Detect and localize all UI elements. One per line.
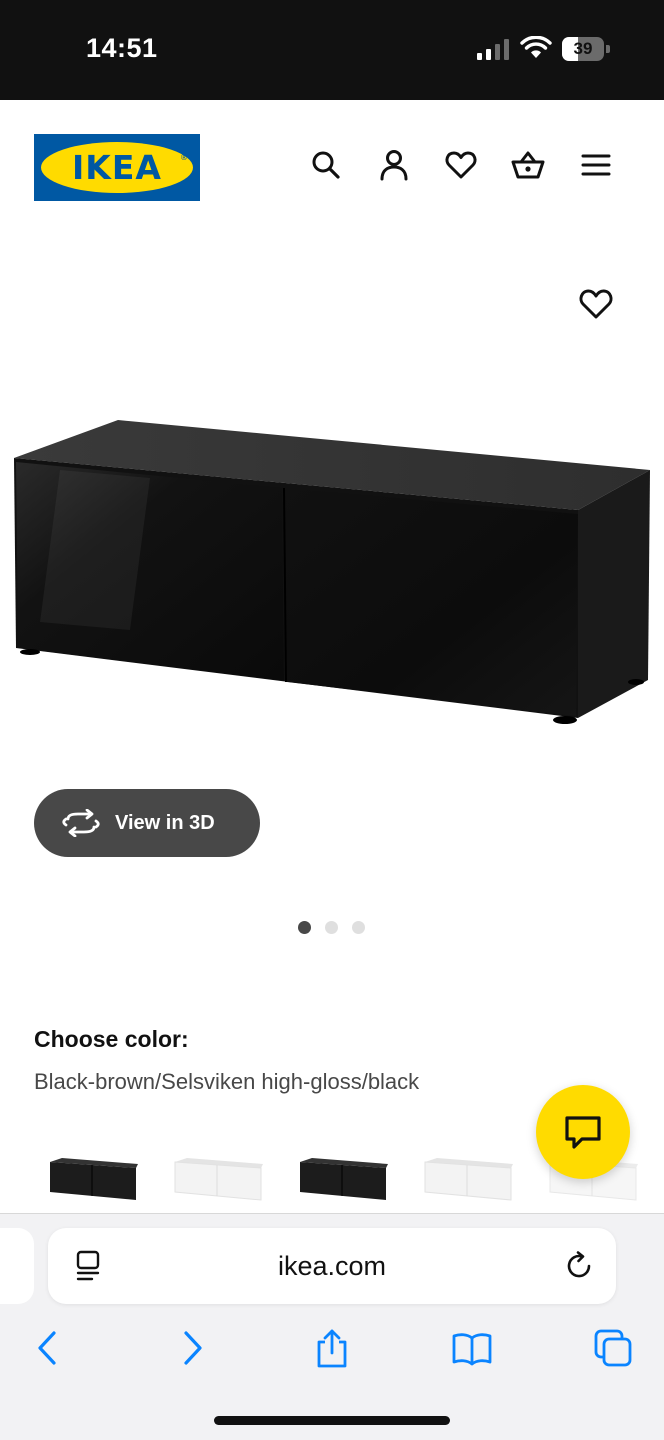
cellular-signal-icon: [476, 38, 510, 60]
browser-toolbar: ikea.com: [0, 1213, 664, 1440]
carousel-dot[interactable]: [352, 921, 365, 934]
url-text: ikea.com: [277, 1251, 387, 1281]
forward-icon[interactable]: [172, 1328, 212, 1368]
heart-outline-icon[interactable]: [578, 286, 614, 322]
view-in-3d-label: View in 3D: [115, 812, 215, 834]
site-header: IKEA ®: [0, 100, 664, 230]
battery-body: 39: [562, 37, 604, 61]
rotate-3d-icon: [62, 808, 100, 838]
chat-bubble-icon: [565, 1116, 601, 1149]
swatch-black-brown[interactable]: [42, 1148, 142, 1208]
back-icon[interactable]: [28, 1328, 68, 1368]
choose-color-title: Choose color:: [34, 1026, 189, 1052]
carousel-dot[interactable]: [298, 921, 311, 934]
search-icon[interactable]: [309, 148, 343, 182]
battery-level: 39: [573, 39, 593, 58]
tabs-icon[interactable]: [593, 1328, 633, 1368]
shopping-basket-icon[interactable]: [511, 148, 545, 182]
view-in-3d-button[interactable]: View in 3D: [34, 789, 260, 857]
swatch-black-brown-2[interactable]: [292, 1148, 392, 1208]
carousel-dot[interactable]: [325, 921, 338, 934]
chat-button[interactable]: [536, 1085, 630, 1179]
battery-indicator: 39: [562, 37, 610, 61]
product-gallery: View in 3D: [0, 230, 664, 990]
battery-tip: [606, 45, 610, 53]
logo-registered-mark: ®: [180, 153, 188, 162]
selected-color: Black-brown/Selsviken high-gloss/black: [34, 1069, 420, 1094]
carousel-indicator: [298, 921, 368, 935]
ikea-logo[interactable]: IKEA ®: [34, 134, 200, 201]
account-icon[interactable]: [377, 148, 411, 182]
status-bar: 14:51 39: [0, 0, 664, 100]
previous-tab-edge[interactable]: [0, 1228, 34, 1304]
product-image[interactable]: [0, 400, 664, 740]
reload-icon[interactable]: [564, 1251, 594, 1281]
address-bar[interactable]: ikea.com: [48, 1228, 616, 1304]
status-time: 14:51: [86, 33, 158, 63]
bookmarks-icon[interactable]: [452, 1328, 492, 1368]
favorites-icon[interactable]: [444, 148, 478, 182]
logo-wordmark: IKEA: [72, 148, 162, 187]
home-indicator[interactable]: [214, 1416, 450, 1425]
share-icon[interactable]: [312, 1328, 352, 1368]
menu-icon[interactable]: [579, 148, 613, 182]
wifi-icon: [520, 35, 552, 60]
swatch-white[interactable]: [167, 1148, 267, 1208]
swatch-white-2[interactable]: [417, 1148, 517, 1208]
